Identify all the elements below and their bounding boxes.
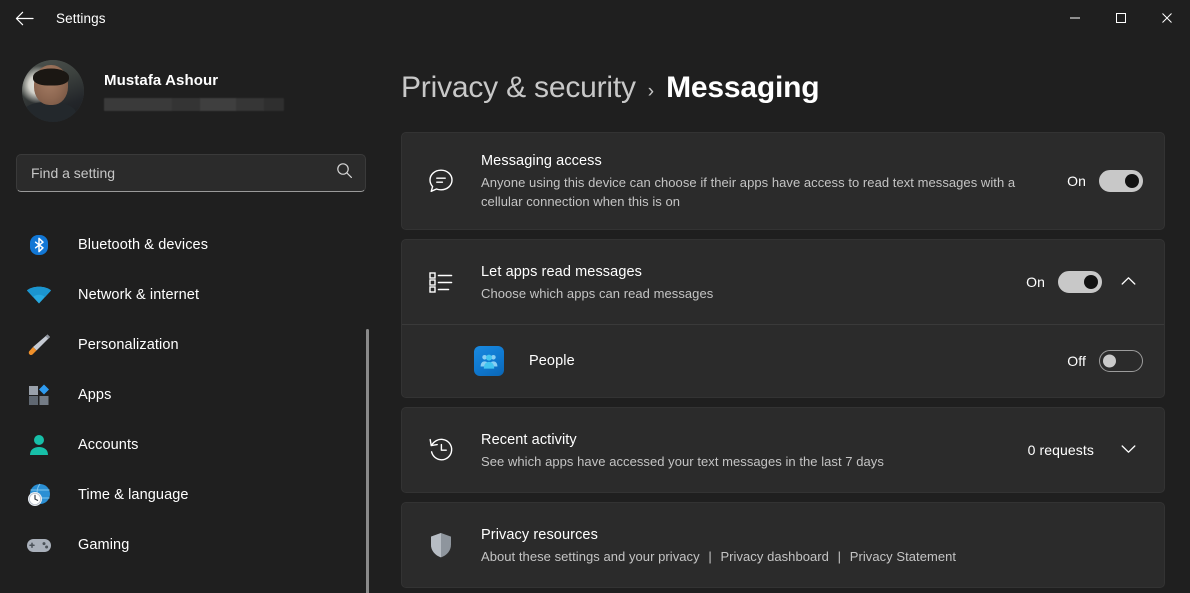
sidebar-item-network-internet[interactable]: Network & internet xyxy=(16,270,366,320)
row-privacy-resources: Privacy resources About these settings a… xyxy=(402,503,1164,587)
app-title: Settings xyxy=(56,11,106,26)
apps-icon xyxy=(26,382,52,408)
settings-cards: Messaging access Anyone using this devic… xyxy=(401,132,1165,588)
row-app-people: People Off xyxy=(402,325,1164,397)
avatar xyxy=(22,60,84,122)
list-icon xyxy=(426,270,456,294)
bluetooth-icon xyxy=(26,232,52,258)
row-description: See which apps have accessed your text m… xyxy=(481,452,1010,471)
search-box[interactable] xyxy=(16,154,366,192)
close-button[interactable] xyxy=(1144,0,1190,36)
row-title: Recent activity xyxy=(481,430,1010,450)
breadcrumb-separator-icon: › xyxy=(648,81,654,103)
link-privacy-dashboard[interactable]: Privacy dashboard xyxy=(720,549,829,564)
arrow-left-icon xyxy=(15,11,34,26)
row-title: Let apps read messages xyxy=(481,262,1008,282)
sidebar-item-label: Personalization xyxy=(78,337,179,353)
row-recent-activity[interactable]: Recent activity See which apps have acce… xyxy=(402,408,1164,492)
expand-collapse-button[interactable] xyxy=(1113,435,1143,465)
gamepad-icon xyxy=(26,532,52,558)
sidebar: Mustafa Ashour xyxy=(0,36,380,593)
page-title: Messaging xyxy=(666,71,819,105)
row-description: Choose which apps can read messages xyxy=(481,284,1008,303)
paintbrush-icon xyxy=(26,332,52,358)
minimize-button[interactable] xyxy=(1052,0,1098,36)
clock-globe-icon xyxy=(26,482,52,508)
let-apps-read-toggle[interactable] xyxy=(1058,271,1102,293)
sidebar-item-label: Time & language xyxy=(78,487,189,503)
link-about-settings[interactable]: About these settings and your privacy xyxy=(481,549,700,564)
main-content: Privacy & security › Messaging xyxy=(380,36,1190,593)
sidebar-item-gaming[interactable]: Gaming xyxy=(16,520,366,570)
chevron-up-icon xyxy=(1121,273,1136,291)
link-privacy-statement[interactable]: Privacy Statement xyxy=(850,549,956,564)
chevron-down-icon xyxy=(1121,441,1136,459)
person-icon xyxy=(26,432,52,458)
maximize-button[interactable] xyxy=(1098,0,1144,36)
card-let-apps-read-messages: Let apps read messages Choose which apps… xyxy=(401,239,1165,398)
people-app-icon xyxy=(474,346,504,376)
sidebar-scrollbar[interactable] xyxy=(366,329,369,593)
sidebar-item-personalization[interactable]: Personalization xyxy=(16,320,366,370)
search-icon xyxy=(336,162,353,184)
toggle-state-label: Off xyxy=(1067,353,1086,369)
breadcrumb: Privacy & security › Messaging xyxy=(401,71,1165,115)
sidebar-item-label: Accounts xyxy=(78,437,138,453)
user-email-redacted xyxy=(104,98,284,111)
sidebar-item-apps[interactable]: Apps xyxy=(16,370,366,420)
messaging-access-toggle[interactable] xyxy=(1099,170,1143,192)
history-icon xyxy=(426,436,456,464)
settings-window: Settings xyxy=(0,0,1190,593)
shield-icon xyxy=(426,531,456,559)
request-count-label: 0 requests xyxy=(1028,442,1094,458)
sidebar-item-label: Network & internet xyxy=(78,287,199,303)
row-let-apps-read-messages: Let apps read messages Choose which apps… xyxy=(402,240,1164,324)
app-name: People xyxy=(529,351,1049,371)
sidebar-scrollbar-thumb[interactable] xyxy=(366,329,369,593)
card-messaging-access: Messaging access Anyone using this devic… xyxy=(401,132,1165,230)
toggle-state-label: On xyxy=(1067,173,1086,189)
row-description: Anyone using this device can choose if t… xyxy=(481,173,1049,211)
sidebar-item-label: Bluetooth & devices xyxy=(78,237,208,253)
maximize-icon xyxy=(1115,12,1127,24)
window-controls xyxy=(1052,0,1190,36)
row-messaging-access: Messaging access Anyone using this devic… xyxy=(402,133,1164,229)
people-app-toggle[interactable] xyxy=(1099,350,1143,372)
sidebar-item-label: Gaming xyxy=(78,537,129,553)
sidebar-item-bluetooth-devices[interactable]: Bluetooth & devices xyxy=(16,220,366,270)
breadcrumb-parent[interactable]: Privacy & security xyxy=(401,71,636,105)
chat-bubble-icon xyxy=(426,167,456,195)
row-description: About these settings and your privacy | … xyxy=(481,547,1143,566)
close-icon xyxy=(1161,12,1173,24)
card-recent-activity: Recent activity See which apps have acce… xyxy=(401,407,1165,493)
row-title: Privacy resources xyxy=(481,525,1143,545)
title-bar: Settings xyxy=(0,0,1190,36)
window-body: Mustafa Ashour xyxy=(0,36,1190,593)
toggle-state-label: On xyxy=(1026,274,1045,290)
card-privacy-resources: Privacy resources About these settings a… xyxy=(401,502,1165,588)
link-separator: | xyxy=(838,549,841,564)
user-profile[interactable]: Mustafa Ashour xyxy=(16,60,366,122)
sidebar-item-label: Apps xyxy=(78,387,111,403)
expand-collapse-button[interactable] xyxy=(1113,267,1143,297)
search-input[interactable] xyxy=(31,165,328,181)
user-name: Mustafa Ashour xyxy=(104,72,284,89)
minimize-icon xyxy=(1069,12,1081,24)
link-separator: | xyxy=(708,549,711,564)
back-button[interactable] xyxy=(6,3,42,33)
sidebar-nav: Bluetooth & devices Network & internet xyxy=(16,220,366,570)
sidebar-item-time-language[interactable]: Time & language xyxy=(16,470,366,520)
sidebar-item-accounts[interactable]: Accounts xyxy=(16,420,366,470)
wifi-icon xyxy=(26,282,52,308)
row-title: Messaging access xyxy=(481,151,1049,171)
